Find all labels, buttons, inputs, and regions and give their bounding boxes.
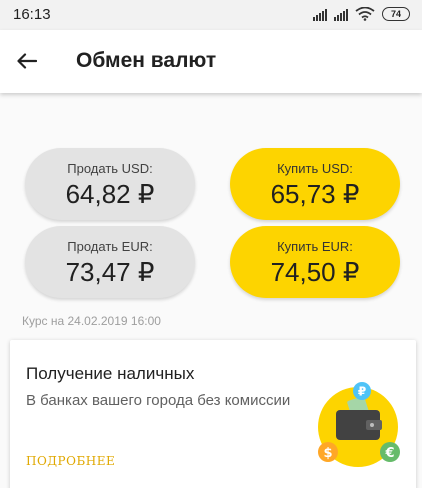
app-bar: Обмен валют bbox=[0, 30, 422, 93]
sell-eur-button[interactable]: Продать EUR: 73,47 ₽ bbox=[25, 226, 195, 298]
card-description: В банках вашего города без комиссии bbox=[26, 392, 291, 409]
buy-usd-label: Купить USD: bbox=[277, 161, 353, 176]
signal-icon bbox=[313, 8, 327, 21]
back-button[interactable] bbox=[12, 46, 42, 76]
more-link[interactable]: ПОДРОБНЕЕ bbox=[26, 454, 115, 468]
status-icons: 74 bbox=[313, 7, 410, 21]
status-bar: 16:13 74 bbox=[0, 0, 422, 30]
buy-eur-value: 74,50 ₽ bbox=[270, 257, 360, 287]
sell-usd-button[interactable]: Продать USD: 64,82 ₽ bbox=[25, 148, 195, 220]
buy-eur-label: Купить EUR: bbox=[277, 239, 353, 254]
sell-eur-value: 73,47 ₽ bbox=[65, 257, 155, 287]
wallet-coins-illustration: ₽ $ € bbox=[318, 382, 400, 467]
status-time: 16:13 bbox=[13, 6, 51, 23]
sell-eur-label: Продать EUR: bbox=[67, 239, 153, 254]
signal-icon-2 bbox=[334, 8, 348, 21]
battery-icon: 74 bbox=[382, 7, 410, 21]
buy-usd-value: 65,73 ₽ bbox=[270, 179, 360, 209]
euro-coin-symbol: € bbox=[384, 446, 394, 461]
buy-usd-button[interactable]: Купить USD: 65,73 ₽ bbox=[230, 148, 400, 220]
rate-date: Курс на 24.02.2019 16:00 bbox=[22, 314, 161, 328]
ruble-coin-symbol: ₽ bbox=[358, 385, 366, 399]
page-title: Обмен валют bbox=[76, 49, 217, 72]
cash-withdrawal-card[interactable]: Получение наличных В банках вашего город… bbox=[10, 340, 416, 488]
wifi-icon bbox=[355, 7, 375, 21]
buy-eur-button[interactable]: Купить EUR: 74,50 ₽ bbox=[230, 226, 400, 298]
dollar-coin-symbol: $ bbox=[323, 446, 332, 461]
card-title: Получение наличных bbox=[26, 364, 195, 383]
arrow-back-icon bbox=[17, 53, 37, 69]
sell-usd-value: 64,82 ₽ bbox=[65, 179, 155, 209]
sell-usd-label: Продать USD: bbox=[67, 161, 153, 176]
